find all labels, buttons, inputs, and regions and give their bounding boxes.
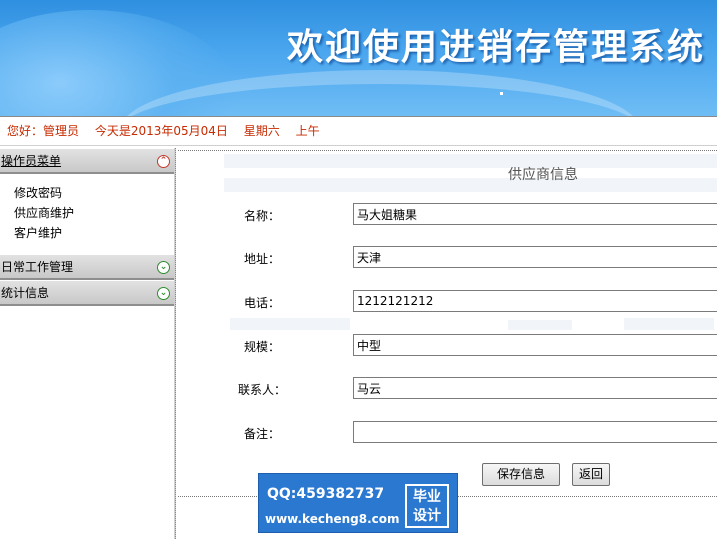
watermark-badge: 毕业 设计 xyxy=(405,484,449,528)
header-banner: 欢迎使用进销存管理系统 xyxy=(0,0,717,116)
watermark: QQ:459382737 www.kecheng8.com 毕业 设计 xyxy=(258,473,458,533)
sidebar-item-change-password[interactable]: 修改密码 xyxy=(14,183,174,203)
form-title: 供应商信息 xyxy=(508,167,578,183)
name-label: 名称： xyxy=(244,209,281,223)
greeting-weekday: 星期六 xyxy=(243,124,280,138)
scale-label: 规模： xyxy=(244,340,281,354)
remarks-field[interactable] xyxy=(353,421,717,443)
address-field[interactable] xyxy=(353,246,717,268)
watermark-site: www.kecheng8.com xyxy=(265,512,400,526)
sidebar-group-statistics[interactable]: 统计信息 ⌄ xyxy=(0,280,174,306)
contact-field[interactable] xyxy=(353,377,717,399)
sidebar-item-customer-maintenance[interactable]: 客户维护 xyxy=(14,223,174,243)
sidebar-group-daily-work[interactable]: 日常工作管理 ⌄ xyxy=(0,254,174,280)
address-label: 地址： xyxy=(244,252,281,266)
expand-icon[interactable]: ⌄ xyxy=(157,287,170,300)
expand-icon[interactable]: ⌄ xyxy=(157,261,170,274)
operator-submenu: 修改密码 供应商维护 客户维护 xyxy=(0,174,174,254)
back-button[interactable]: 返回 xyxy=(572,463,610,486)
sidebar-group-operator-menu[interactable]: 操作员菜单 ⌃ xyxy=(0,148,174,174)
sidebar-item-supplier-maintenance[interactable]: 供应商维护 xyxy=(14,203,174,223)
name-field[interactable] xyxy=(353,203,717,225)
app-title: 欢迎使用进销存管理系统 xyxy=(286,27,705,68)
greeting-date: 今天是2013年05月04日 xyxy=(94,124,228,138)
greeting-bar: 您好：管理员 今天是2013年05月04日 星期六 上午 xyxy=(0,116,717,146)
contact-label: 联系人： xyxy=(238,383,287,397)
phone-label: 电话： xyxy=(244,296,281,310)
sidebar-group-label: 操作员菜单 xyxy=(1,154,62,168)
greeting-user: 您好：管理员 xyxy=(7,124,80,138)
collapse-icon[interactable]: ⌃ xyxy=(157,155,170,168)
sidebar: 操作员菜单 ⌃ 修改密码 供应商维护 客户维护 日常工作管理 ⌄ 统计信息 ⌄ xyxy=(0,148,176,539)
sidebar-group-label: 日常工作管理 xyxy=(1,260,74,274)
scale-field[interactable] xyxy=(353,334,717,356)
sidebar-group-label: 统计信息 xyxy=(1,286,50,300)
save-button[interactable]: 保存信息 xyxy=(482,463,560,486)
watermark-qq: QQ:459382737 xyxy=(267,486,385,502)
remarks-label: 备注： xyxy=(244,427,281,441)
phone-field[interactable] xyxy=(353,290,717,312)
greeting-period: 上午 xyxy=(295,124,320,138)
